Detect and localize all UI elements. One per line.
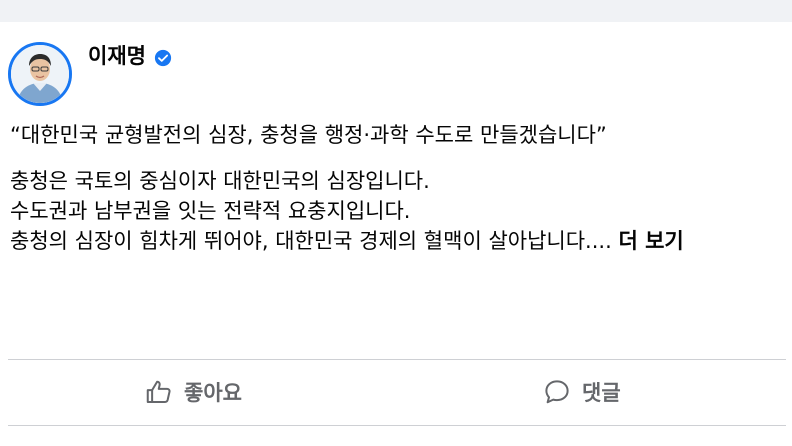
see-more-link[interactable]: 더 보기: [618, 229, 683, 253]
like-label: 좋아요: [184, 381, 242, 405]
comment-label: 댓글: [582, 381, 621, 405]
author-name[interactable]: 이재명: [88, 42, 146, 70]
post-headline: “대한민국 균형발전의 심장, 충청을 행정·과학 수도로 만들겠습니다”: [10, 123, 607, 147]
feed-top-strip: [0, 0, 792, 22]
actions-divider-bottom: [8, 425, 786, 426]
profile-photo-avatar: [11, 45, 69, 103]
actions-divider-top: [8, 359, 786, 360]
like-button[interactable]: 좋아요: [144, 370, 242, 414]
post-body-line: 충청의 심장이 힘차게 뛰어야, 대한민국 경제의 혈맥이 살아납니다....: [10, 229, 612, 253]
post-body: 충청은 국토의 중심이자 대한민국의 심장입니다. 수도권과 남부권을 잇는 전…: [10, 166, 780, 256]
verified-badge-icon: [154, 49, 172, 66]
thumbs-up-icon: [146, 380, 171, 403]
author-avatar[interactable]: [8, 42, 72, 106]
comment-button[interactable]: 댓글: [542, 370, 621, 414]
post-author: 이재명: [88, 42, 172, 70]
post-body-line: 수도권과 남부권을 잇는 전략적 요충지입니다.: [10, 199, 411, 223]
comment-bubble-icon: [545, 380, 569, 404]
post-body-line: 충청은 국토의 중심이자 대한민국의 심장입니다.: [10, 169, 430, 193]
